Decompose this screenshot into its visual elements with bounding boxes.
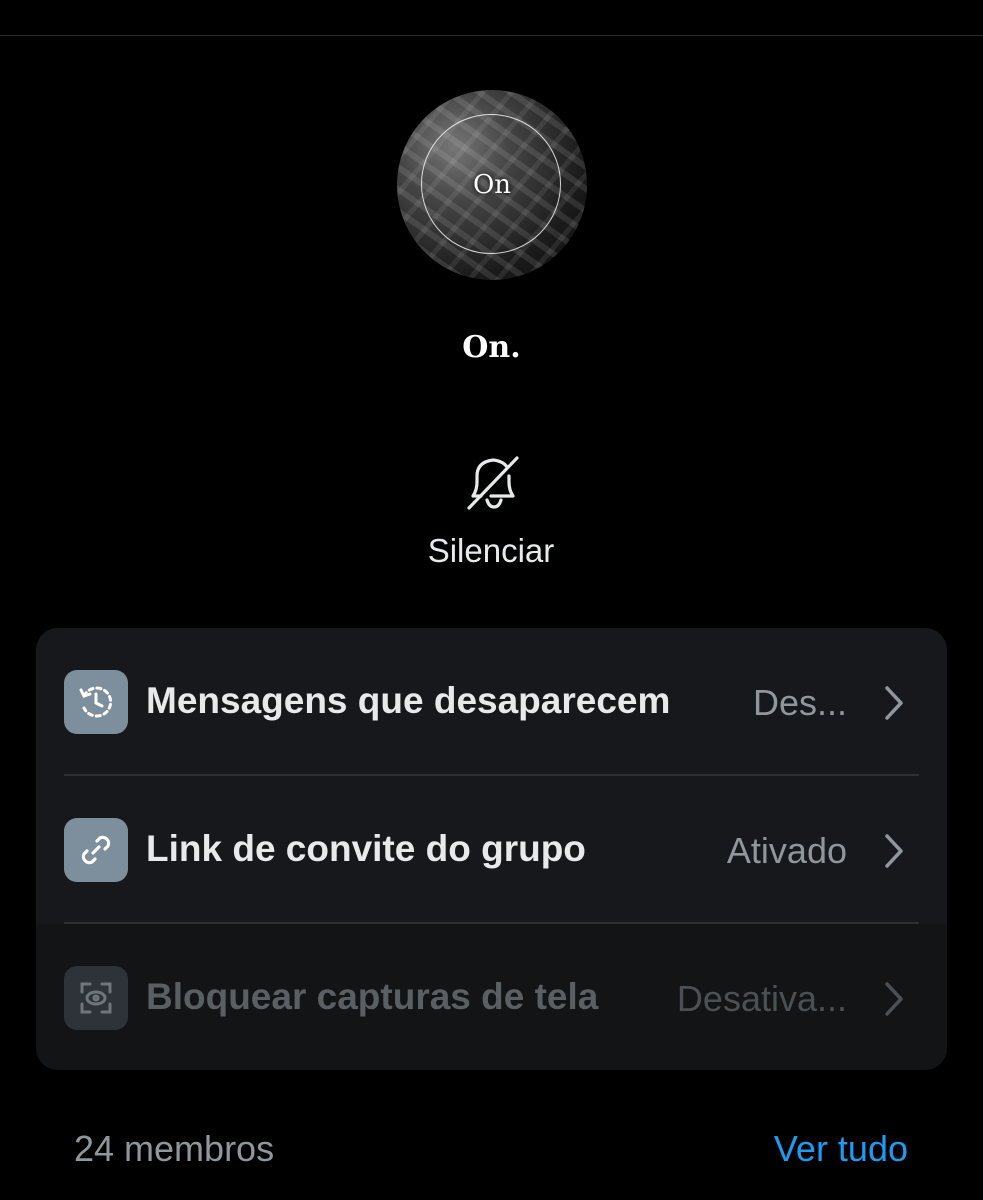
top-divider	[0, 35, 983, 36]
link-icon	[64, 818, 128, 882]
row-value: Des...	[752, 682, 847, 723]
avatar-text: On	[472, 170, 512, 200]
row-value: Ativado	[726, 830, 847, 871]
row-label: Link de convite do grupo	[146, 828, 586, 869]
group-name: On.	[462, 330, 521, 365]
bell-slash-icon	[467, 456, 519, 510]
timer-history-icon	[64, 670, 128, 734]
row-label: Bloquear capturas de tela	[146, 976, 599, 1017]
group-avatar[interactable]: On	[397, 90, 587, 280]
mute-label: Silenciar	[427, 532, 555, 569]
row-value: Desativa...	[676, 978, 847, 1019]
row-label: Mensagens que desaparecem	[146, 680, 671, 721]
settings-card: Mensagens que desaparecem Des... Link de…	[36, 628, 947, 1070]
row-disappearing-messages[interactable]: Mensagens que desaparecem Des...	[36, 628, 947, 776]
screenshot-block-icon	[64, 966, 128, 1030]
see-all-link[interactable]: Ver tudo	[774, 1128, 908, 1170]
row-invite-link[interactable]: Link de convite do grupo Ativado	[36, 776, 947, 924]
row-block-screenshots[interactable]: Bloquear capturas de tela Desativa...	[36, 924, 947, 1070]
chevron-right-icon	[885, 834, 903, 868]
chevron-right-icon	[885, 982, 903, 1016]
mute-button[interactable]: Silenciar	[391, 448, 591, 578]
members-count: 24 membros	[74, 1128, 275, 1169]
chevron-right-icon	[885, 686, 903, 720]
